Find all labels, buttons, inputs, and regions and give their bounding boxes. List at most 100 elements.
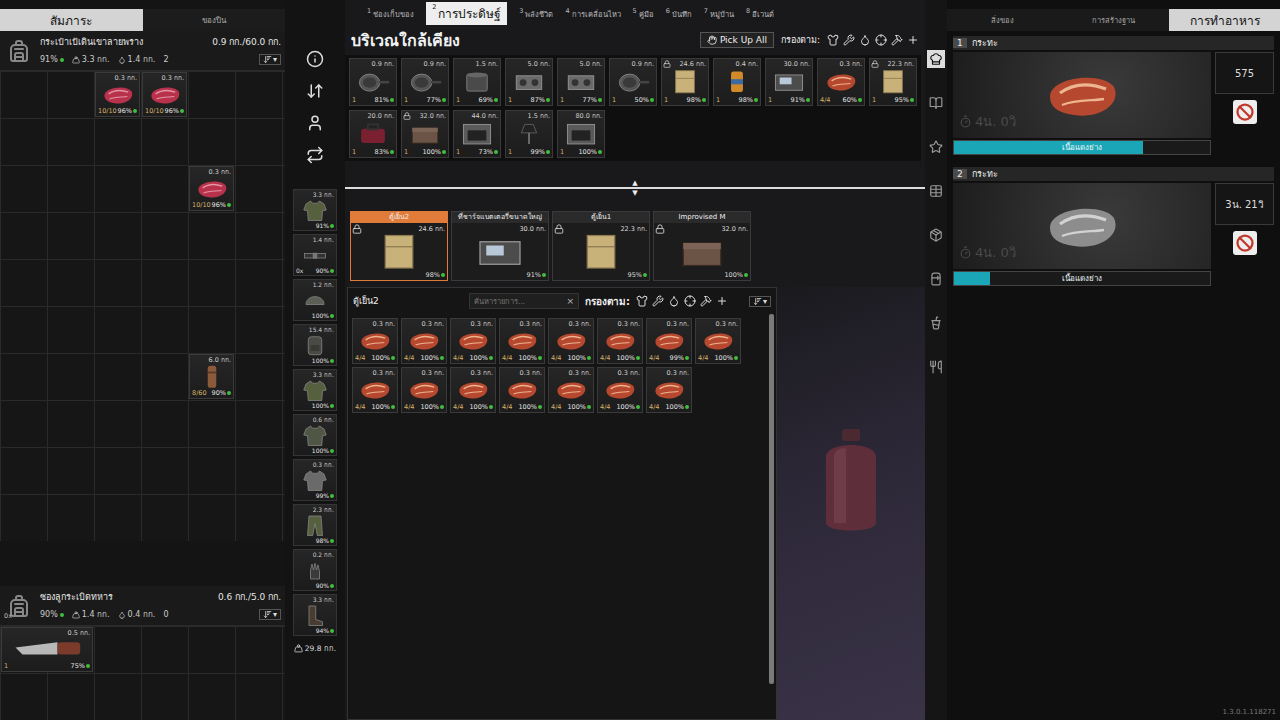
sort-button[interactable]: ▾ [749,296,771,307]
storage-category[interactable] [927,226,945,244]
item-tile[interactable]: 30.0 กก.191% [765,58,813,106]
item-tile[interactable]: 0.3 กก.4/4100% [352,318,398,364]
item-tile[interactable]: 5.0 กก.187% [505,58,553,106]
tool-filter-icon[interactable] [652,295,664,307]
equipment-slot[interactable]: 15.4 กก.100% [293,324,337,366]
item-tile[interactable]: 0.3 กก.4/4100% [499,318,545,364]
weapon-filter-icon[interactable] [875,34,887,46]
item-tile[interactable]: 0.3 กก.4/4100% [450,367,496,413]
progress-label: เนื้อแดงย่าง [1062,272,1102,285]
item-tile[interactable]: 22.3 กก.195% [869,58,917,106]
main-tab[interactable]: 4การเคลื่อนไหว [565,6,620,22]
item-tile[interactable]: 0.3 กก.10/1096% [189,166,234,211]
equipment-slot[interactable]: 0.2 กก.90% [293,549,337,591]
item-tile[interactable]: 0.3 กก.10/1096% [95,72,140,117]
equipment-slot[interactable]: 1.2 กก.100% [293,279,337,321]
main-tab[interactable]: 3พลังชีวิต [519,6,553,22]
search-field[interactable]: ค้นหารายการ...× [469,293,579,309]
item-tile[interactable]: 6.0 กก.8/6090% [189,354,234,399]
equipment-slot[interactable]: 0.3 กก.99% [293,459,337,501]
medical-filter-icon[interactable] [716,295,728,307]
item-tile[interactable]: 0.3 กก.4/4100% [401,318,447,364]
scrollbar[interactable] [769,314,774,684]
item-tile[interactable]: 0.9 กก.181% [349,58,397,106]
tool-filter-icon[interactable] [843,34,855,46]
table-category[interactable] [927,182,945,200]
item-tile[interactable]: 0.3 กก.4/460% [817,58,865,106]
item-tile[interactable]: 0.3 กก.4/4100% [597,318,643,364]
equipment-slot[interactable]: 3.3 กก.91% [293,189,337,231]
item-tile[interactable]: 44.0 กก.173% [453,110,501,158]
item-tile[interactable]: 0.3 กก.4/4100% [548,318,594,364]
liquid-filter-icon[interactable] [859,34,871,46]
recipe-category[interactable] [927,94,945,112]
item-tile[interactable]: 1.5 กก.169% [453,58,501,106]
right-tab[interactable]: การสร้างฐาน [1058,9,1169,31]
main-tab[interactable]: 5คู่มือ [633,6,654,22]
item-tile[interactable]: 5.0 กก.177% [557,58,605,106]
cancel-button[interactable] [1233,231,1257,255]
favorite-category[interactable] [927,138,945,156]
person-icon[interactable] [306,114,324,132]
item-tile[interactable]: 0.5 กก.175% [1,627,93,672]
main-tab[interactable]: 6บันทึก [666,6,692,22]
medical-filter-icon[interactable] [907,34,919,46]
container-weight: 3.3 กก. [72,53,110,66]
item-tile[interactable]: 24.6 กก.198% [661,58,709,106]
swap-icon[interactable] [306,146,324,164]
utensils-category[interactable] [927,358,945,376]
container-tab[interactable]: ที่ชาร์จแบตเตอรี่ขนาดใหญ่30.0 กก.91% [451,211,549,281]
cooking-category[interactable] [927,50,945,68]
main-tab[interactable]: 7หมู่บ้าน [704,6,734,22]
item-tile[interactable]: 0.3 กก.4/499% [646,318,692,364]
item-tile[interactable]: 0.3 กก.4/4100% [597,367,643,413]
item-tile[interactable]: 32.0 กก.1100% [401,110,449,158]
item-tile[interactable]: 0.9 กก.150% [609,58,657,106]
item-tile[interactable]: 0.9 กก.177% [401,58,449,106]
clothing-filter-icon[interactable] [827,34,839,46]
item-tile[interactable]: 80.0 กก.1100% [557,110,605,158]
fridge-category[interactable] [927,270,945,288]
inventory-tab[interactable]: สัมภาระ [0,9,143,31]
container-tab[interactable]: Improvised M32.0 กก.100% [653,211,751,281]
clear-button[interactable]: × [566,296,574,306]
item-tile[interactable]: 0.3 กก.4/4100% [499,367,545,413]
equipment-slot[interactable]: 1.4 กก.0x90% [293,234,337,276]
pick-up-all-button[interactable]: Pick Up All [700,32,774,48]
info-icon[interactable] [306,50,324,68]
panel-divider[interactable]: ▲▼ [345,161,925,211]
container-tab[interactable]: ตู้เย็น224.6 กก.98% [350,211,448,281]
main-tab[interactable]: 1ช่องเก็บของ [367,6,414,22]
main-tab[interactable]: 8อีเวนต์ [746,6,774,22]
inventory-tab[interactable]: ของปืน [143,9,286,31]
main-tab[interactable]: 2การประดิษฐ์ [426,2,507,25]
progress-label: เนื้อแดงย่าง [1062,141,1102,154]
sort-button[interactable]: ▾ [259,54,281,65]
item-tile[interactable]: 0.3 กก.4/4100% [401,367,447,413]
cancel-button[interactable] [1233,100,1257,124]
equipment-slot[interactable]: 0.6 กก.100% [293,414,337,456]
item-tile[interactable]: 0.3 กก.4/4100% [646,367,692,413]
weapon-filter-icon[interactable] [684,295,696,307]
equipment-slot[interactable]: 3.3 กก.94% [293,594,337,636]
sort-button[interactable]: ▾ [259,609,281,620]
equipment-slot[interactable]: 2.3 กก.98% [293,504,337,546]
right-tab[interactable]: สิ่งของ [947,9,1058,31]
item-tile[interactable]: 0.3 กก.4/4100% [352,367,398,413]
craft-filter-icon[interactable] [700,295,712,307]
item-tile[interactable]: 0.3 กก.4/4100% [548,367,594,413]
right-tab[interactable]: การทำอาหาร [1169,9,1280,31]
craft-filter-icon[interactable] [891,34,903,46]
item-tile[interactable]: 0.3 กก.4/4100% [450,318,496,364]
drink-category[interactable] [927,314,945,332]
equipment-slot[interactable]: 3.3 กก.100% [293,369,337,411]
liquid-filter-icon[interactable] [668,295,680,307]
clothing-filter-icon[interactable] [636,295,648,307]
container-tab[interactable]: ตู้เย็น122.3 กก.95% [552,211,650,281]
item-tile[interactable]: 0.3 กก.4/4100% [695,318,741,364]
sort-icon[interactable] [306,82,324,100]
item-tile[interactable]: 20.0 กก.183% [349,110,397,158]
item-tile[interactable]: 0.4 กก.198% [713,58,761,106]
item-tile[interactable]: 1.5 กก.199% [505,110,553,158]
item-tile[interactable]: 0.3 กก.10/1096% [142,72,187,117]
